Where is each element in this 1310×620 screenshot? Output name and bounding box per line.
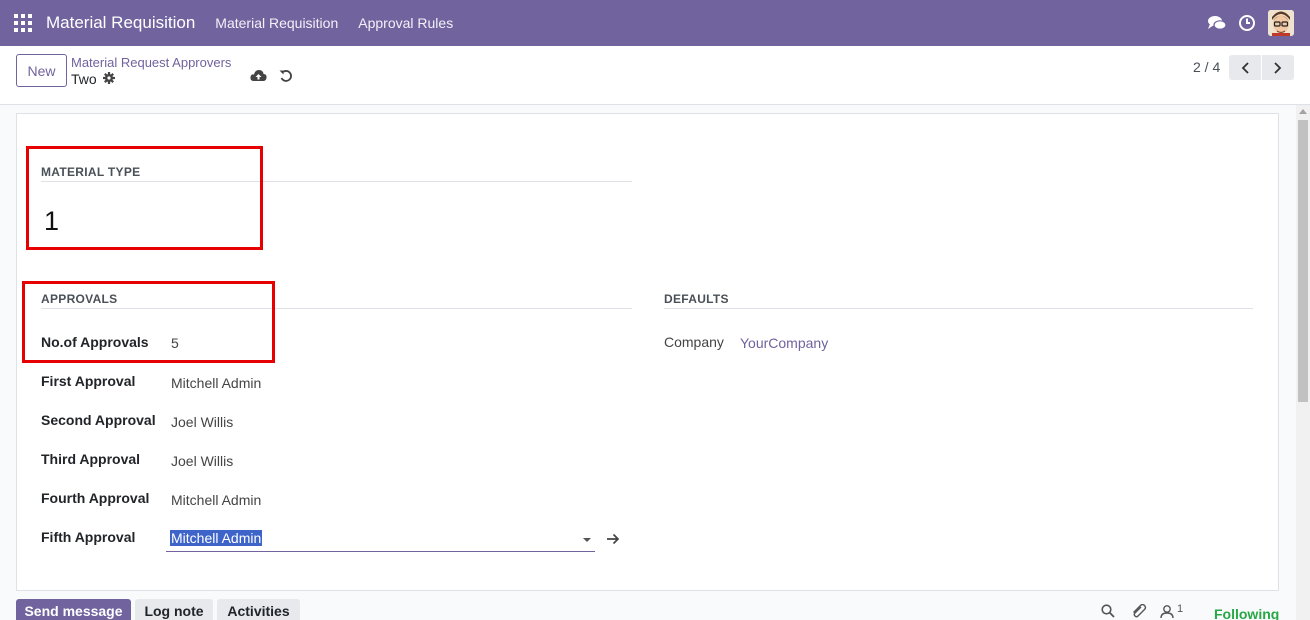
search-icon[interactable] <box>1101 604 1115 620</box>
field-value-third-approval[interactable]: Joel Willis <box>171 453 233 469</box>
fifth-approval-select[interactable]: Mitchell Admin <box>166 527 595 552</box>
separator <box>664 308 1253 309</box>
apps-menu-icon[interactable] <box>0 0 46 46</box>
paperclip-icon[interactable] <box>1131 603 1147 620</box>
discard-icon[interactable] <box>279 69 293 86</box>
field-value-second-approval[interactable]: Joel Willis <box>171 414 233 430</box>
field-label-second-approval: Second Approval <box>41 412 156 428</box>
pager-previous-button[interactable] <box>1229 55 1261 80</box>
highlight-box-material-type <box>26 146 263 250</box>
user-avatar[interactable] <box>1268 10 1294 36</box>
top-navbar: Material Requisition Material Requisitio… <box>0 0 1310 46</box>
field-label-fifth-approval: Fifth Approval <box>41 529 136 545</box>
field-value-first-approval[interactable]: Mitchell Admin <box>171 375 261 391</box>
send-message-button[interactable]: Send message <box>16 599 131 620</box>
internal-link-arrow-icon[interactable] <box>606 532 620 548</box>
field-label-first-approval: First Approval <box>41 373 136 389</box>
activities-button[interactable]: Activities <box>217 599 300 620</box>
group-title-defaults: DEFAULTS <box>664 292 729 306</box>
pager-next-button[interactable] <box>1262 55 1294 80</box>
followers-count: 1 <box>1177 603 1184 615</box>
field-value-company[interactable]: YourCompany <box>740 335 828 351</box>
new-button[interactable]: New <box>16 54 67 87</box>
caret-down-icon[interactable] <box>583 538 591 542</box>
scroll-up-icon[interactable] <box>1299 109 1307 114</box>
chevron-right-icon <box>1274 61 1282 74</box>
chat-icon[interactable] <box>1202 0 1232 46</box>
control-panel: New Material Request Approvers Two 2 / 4 <box>0 46 1310 105</box>
pager-value[interactable]: 2 / 4 <box>1193 59 1220 75</box>
chevron-left-icon <box>1241 61 1249 74</box>
followers-icon[interactable] <box>1160 604 1174 620</box>
scroll-thumb[interactable] <box>1298 120 1308 402</box>
field-label-company: Company <box>664 334 724 350</box>
record-name: Two <box>71 71 97 87</box>
fifth-approval-selected-text[interactable]: Mitchell Admin <box>170 530 263 546</box>
clock-icon[interactable] <box>1232 0 1262 46</box>
breadcrumb[interactable]: Material Request Approvers <box>71 55 231 70</box>
vertical-scrollbar[interactable] <box>1296 105 1310 620</box>
field-label-fourth-approval: Fourth Approval <box>41 490 150 506</box>
log-note-button[interactable]: Log note <box>135 599 213 620</box>
field-value-fourth-approval[interactable]: Mitchell Admin <box>171 492 261 508</box>
gear-icon[interactable] <box>102 71 115 87</box>
nav-menu-approval-rules[interactable]: Approval Rules <box>358 15 453 31</box>
field-label-third-approval: Third Approval <box>41 451 141 467</box>
following-button[interactable]: Following <box>1214 606 1279 620</box>
record-title: Two <box>71 71 115 87</box>
highlight-box-approvals <box>22 281 275 363</box>
cloud-save-icon[interactable] <box>250 69 267 85</box>
nav-menu-material-requisition[interactable]: Material Requisition <box>215 15 338 31</box>
app-name[interactable]: Material Requisition <box>46 13 195 33</box>
